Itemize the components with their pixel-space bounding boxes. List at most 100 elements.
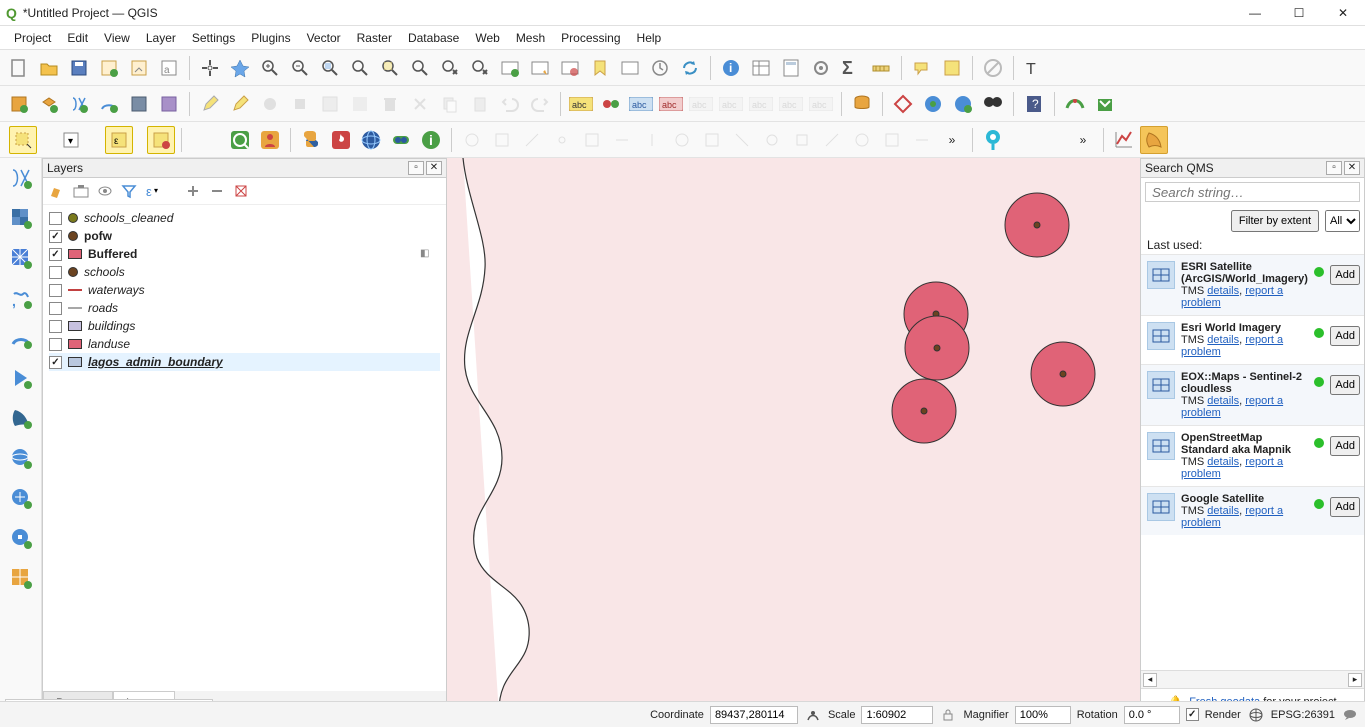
- add-button[interactable]: Add: [1330, 375, 1360, 395]
- add-raster-layer-button[interactable]: [5, 202, 37, 234]
- menu-edit[interactable]: Edit: [59, 29, 96, 47]
- layer-row-roads[interactable]: roads: [49, 299, 440, 317]
- pin-icon-button[interactable]: [979, 126, 1007, 154]
- snap-tool-10[interactable]: [728, 126, 756, 154]
- web-button[interactable]: [357, 126, 385, 154]
- modify-attrs-button[interactable]: [316, 90, 344, 118]
- add-button[interactable]: Add: [1330, 436, 1360, 456]
- qms-filter-extent-button[interactable]: Filter by extent: [1231, 210, 1319, 232]
- osm-tools-1-button[interactable]: [889, 90, 917, 118]
- qms-item[interactable]: EOX::Maps - Sentinel-2 cloudlessTMS deta…: [1141, 364, 1364, 425]
- snap-tool-5[interactable]: [578, 126, 606, 154]
- menu-vector[interactable]: Vector: [299, 29, 349, 47]
- menu-database[interactable]: Database: [400, 29, 467, 47]
- copy-button[interactable]: [436, 90, 464, 118]
- details-link[interactable]: details: [1207, 285, 1239, 297]
- maximize-button[interactable]: ☐: [1277, 0, 1321, 26]
- layer-row-schools_cleaned[interactable]: schools_cleaned: [49, 209, 440, 227]
- details-link[interactable]: details: [1207, 505, 1239, 517]
- close-button[interactable]: ✕: [1321, 0, 1365, 26]
- zoom-native-button[interactable]: [316, 54, 344, 82]
- qms-item[interactable]: OpenStreetMap Standard aka MapnikTMS det…: [1141, 425, 1364, 486]
- label-abc-button[interactable]: abc: [567, 90, 595, 118]
- delete-selected-button[interactable]: [346, 90, 374, 118]
- snap-tool-13[interactable]: [818, 126, 846, 154]
- temporal-button[interactable]: [616, 54, 644, 82]
- osm-tools-4-button[interactable]: [979, 90, 1007, 118]
- plugin-1-button[interactable]: [1061, 90, 1089, 118]
- snap-tool-4[interactable]: [548, 126, 576, 154]
- snap-tool-2[interactable]: [488, 126, 516, 154]
- zoom-to-layer-button[interactable]: [406, 54, 434, 82]
- layers-manage-visibility-button[interactable]: [95, 181, 115, 201]
- no-action-button[interactable]: [979, 54, 1007, 82]
- layer-checkbox[interactable]: [49, 284, 62, 297]
- refresh-map-button[interactable]: [676, 54, 704, 82]
- render-checkbox[interactable]: [1186, 708, 1199, 721]
- zoom-next-button[interactable]: [466, 54, 494, 82]
- layer-row-schools[interactable]: schools: [49, 263, 440, 281]
- new-mesh-layer-button[interactable]: [155, 90, 183, 118]
- menu-project[interactable]: Project: [6, 29, 59, 47]
- layers-panel-float-button[interactable]: ▫: [408, 161, 424, 175]
- layer-labeling-button[interactable]: [597, 90, 625, 118]
- vertex-tool-button[interactable]: [286, 90, 314, 118]
- add-mesh-layer-button[interactable]: [5, 242, 37, 274]
- pan-to-selection-button[interactable]: [226, 54, 254, 82]
- help-button[interactable]: ?: [1020, 90, 1048, 118]
- python-console-button[interactable]: [297, 126, 325, 154]
- layers-filter-expression-button[interactable]: ε▾: [143, 181, 163, 201]
- qms-item[interactable]: Esri World ImageryTMS details, report a …: [1141, 315, 1364, 364]
- snap-tool-8[interactable]: [668, 126, 696, 154]
- label-grey4-button[interactable]: abc: [777, 90, 805, 118]
- layers-add-group-button[interactable]: [71, 181, 91, 201]
- add-wfs-layer-button[interactable]: [5, 522, 37, 554]
- label-grey2-button[interactable]: abc: [717, 90, 745, 118]
- deselect-button[interactable]: ▾: [57, 126, 85, 154]
- messages-icon[interactable]: [1341, 706, 1359, 724]
- qms-item[interactable]: ESRI Satellite (ArcGIS/World_Imagery)TMS…: [1141, 254, 1364, 315]
- plugin-fire-button[interactable]: [327, 126, 355, 154]
- qms-float-button[interactable]: ▫: [1326, 161, 1342, 175]
- new-virtual-layer-button[interactable]: [125, 90, 153, 118]
- snap-tool-1[interactable]: [458, 126, 486, 154]
- osm-tools-3-button[interactable]: [949, 90, 977, 118]
- layer-row-Buffered[interactable]: Buffered◧: [49, 245, 440, 263]
- menu-mesh[interactable]: Mesh: [508, 29, 553, 47]
- snap-tool-15[interactable]: [878, 126, 906, 154]
- menu-plugins[interactable]: Plugins: [243, 29, 298, 47]
- menu-processing[interactable]: Processing: [553, 29, 628, 47]
- paste-button[interactable]: [466, 90, 494, 118]
- new-spatialite-layer-button[interactable]: [95, 90, 123, 118]
- snap-tool-6[interactable]: [608, 126, 636, 154]
- layer-row-waterways[interactable]: waterways: [49, 281, 440, 299]
- maptips-button[interactable]: [908, 54, 936, 82]
- snap-tool-14[interactable]: [848, 126, 876, 154]
- qms-green-button[interactable]: [387, 126, 415, 154]
- layers-remove-button[interactable]: [231, 181, 251, 201]
- add-spatialite-button[interactable]: [5, 322, 37, 354]
- lock-scale-icon[interactable]: [939, 706, 957, 724]
- undo-button[interactable]: [496, 90, 524, 118]
- layout-manager-button[interactable]: [125, 54, 153, 82]
- map-canvas[interactable]: [447, 158, 1140, 715]
- qms-hscroll[interactable]: ◂ ▸: [1141, 670, 1364, 688]
- minimize-button[interactable]: —: [1233, 0, 1277, 26]
- layer-checkbox[interactable]: [49, 302, 62, 315]
- layer-checkbox[interactable]: [49, 356, 62, 369]
- rotation-input[interactable]: [1124, 706, 1180, 724]
- new-shapefile-layer-button[interactable]: [65, 90, 93, 118]
- redo-button[interactable]: [526, 90, 554, 118]
- layer-checkbox[interactable]: [49, 212, 62, 225]
- layer-checkbox[interactable]: [49, 230, 62, 243]
- menu-help[interactable]: Help: [629, 29, 670, 47]
- cut-button[interactable]: [406, 90, 434, 118]
- measure-line-button[interactable]: [867, 54, 895, 82]
- field-calculator-button[interactable]: [777, 54, 805, 82]
- layer-checkbox[interactable]: [49, 248, 62, 261]
- add-wms-layer-button[interactable]: [5, 442, 37, 474]
- layers-panel-close-button[interactable]: ✕: [426, 161, 442, 175]
- processing-toolbox-button[interactable]: [807, 54, 835, 82]
- add-virtual-layer-button[interactable]: [5, 362, 37, 394]
- details-link[interactable]: details: [1207, 395, 1239, 407]
